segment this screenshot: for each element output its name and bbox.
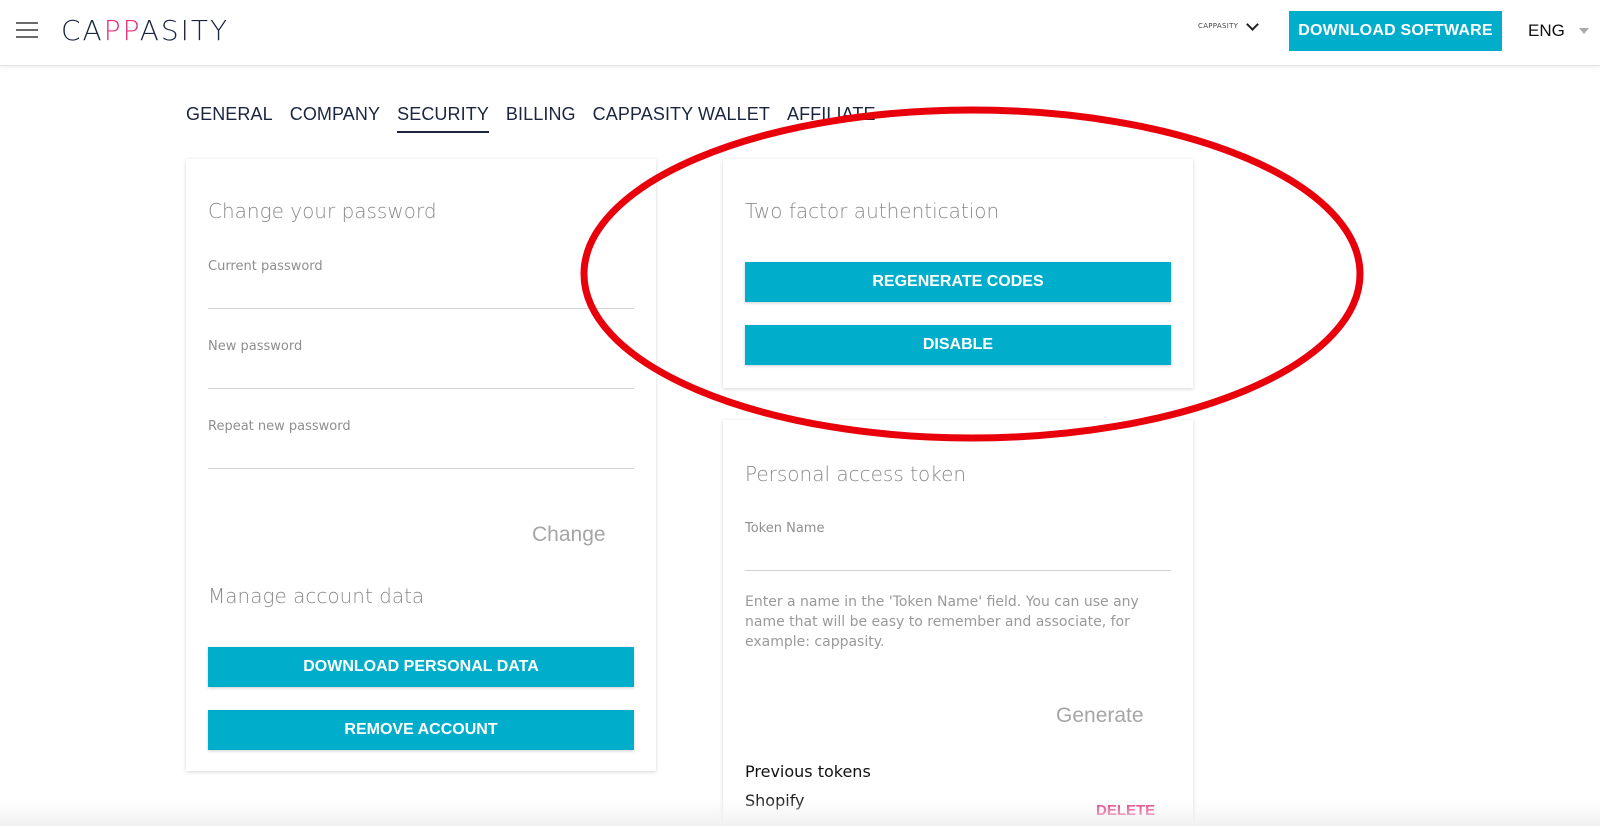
logo-text-prefix: CA [61, 14, 104, 47]
top-header: CAPPASITY CAPPASITY DOWNLOAD SOFTWARE EN… [0, 0, 1600, 66]
tab-general[interactable]: GENERAL [186, 104, 273, 133]
change-password-title: Change your password [208, 199, 437, 223]
download-software-button[interactable]: DOWNLOAD SOFTWARE [1289, 11, 1502, 51]
logo-text-pp: PP [103, 14, 140, 47]
previous-tokens-title: Previous tokens [745, 762, 871, 781]
delete-token-link[interactable]: DELETE [1096, 802, 1155, 819]
token-name-label: Token Name [745, 521, 825, 536]
hamburger-menu-icon[interactable] [16, 22, 38, 38]
new-password-field[interactable] [208, 363, 634, 389]
language-selector[interactable]: ENG [1528, 21, 1589, 41]
settings-tabs: GENERAL COMPANY SECURITY BILLING CAPPASI… [186, 104, 876, 133]
current-password-field[interactable] [208, 283, 634, 309]
account-name: CAPPASITY [1198, 22, 1239, 30]
tab-cappasity-wallet[interactable]: CAPPASITY WALLET [593, 104, 770, 133]
token-item-name: Shopify [745, 791, 805, 810]
regenerate-codes-button[interactable]: REGENERATE CODES [745, 262, 1171, 302]
change-password-button[interactable]: Change [532, 523, 606, 547]
account-switcher[interactable]: CAPPASITY [1198, 17, 1260, 31]
new-password-label: New password [208, 339, 303, 354]
disable-2fa-button[interactable]: DISABLE [745, 325, 1171, 365]
repeat-password-label: Repeat new password [208, 419, 351, 434]
tab-billing[interactable]: BILLING [506, 104, 576, 133]
token-help-text: Enter a name in the 'Token Name' field. … [745, 594, 1139, 650]
manage-account-title: Manage account data [208, 584, 425, 608]
password-card: Change your password Current password Ne… [186, 159, 656, 771]
token-name-field[interactable] [745, 545, 1171, 571]
tab-affiliate[interactable]: AFFILIATE [787, 104, 876, 133]
access-token-card: Personal access token Token Name Enter a… [723, 420, 1193, 826]
tab-security[interactable]: SECURITY [397, 104, 489, 133]
remove-account-button[interactable]: REMOVE ACCOUNT [208, 710, 634, 750]
two-factor-card: Two factor authentication REGENERATE COD… [723, 159, 1193, 388]
current-password-label: Current password [208, 259, 323, 274]
download-personal-data-button[interactable]: DOWNLOAD PERSONAL DATA [208, 647, 634, 687]
tab-company[interactable]: COMPANY [290, 104, 380, 133]
repeat-password-field[interactable] [208, 443, 634, 469]
two-factor-title: Two factor authentication [745, 199, 1000, 223]
chevron-down-icon [1246, 17, 1260, 31]
language-label: ENG [1528, 21, 1565, 40]
cappasity-logo[interactable]: CAPPASITY [61, 14, 229, 47]
caret-down-icon [1578, 28, 1589, 34]
logo-text-suffix: ASITY [139, 14, 230, 47]
generate-token-button[interactable]: Generate [1056, 704, 1144, 728]
access-token-title: Personal access token [745, 462, 967, 486]
